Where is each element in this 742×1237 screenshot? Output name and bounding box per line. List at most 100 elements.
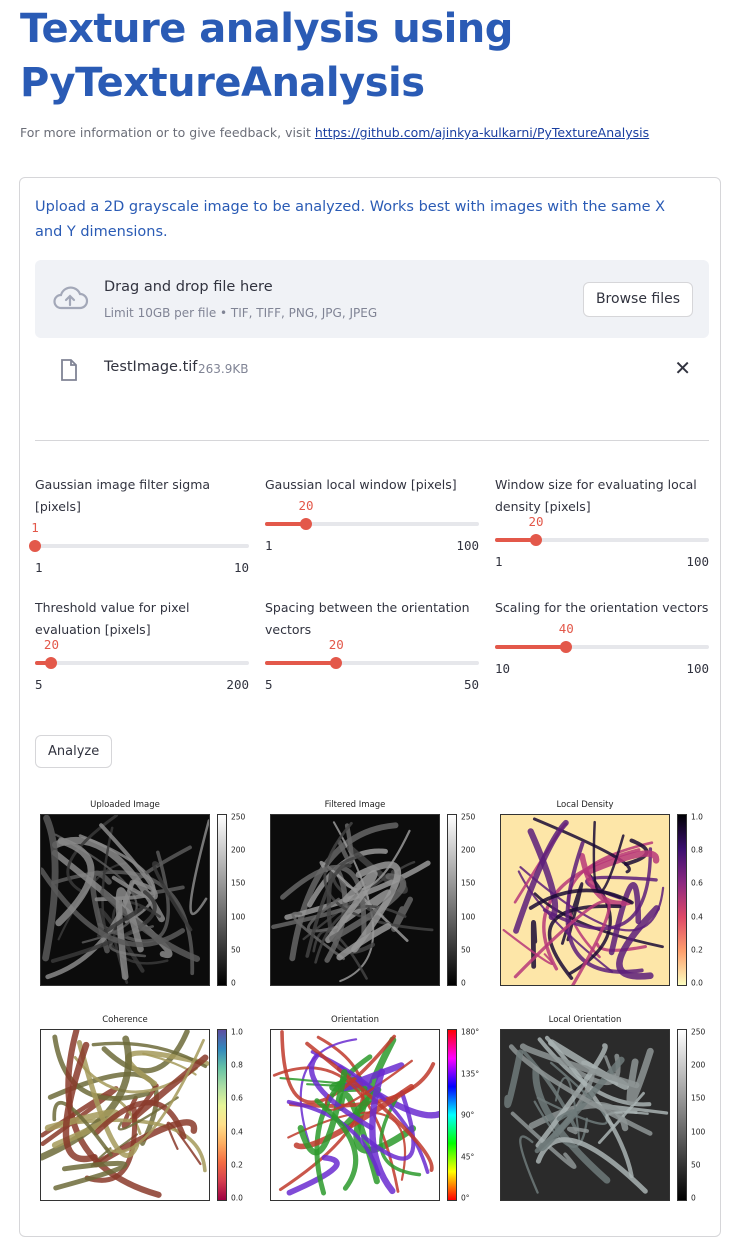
remove-file-icon[interactable]: ✕ (674, 356, 691, 380)
colorbar-tick-label: 1.0 (691, 812, 703, 822)
slider-value: 20 (43, 637, 59, 652)
slider-value: 20 (298, 498, 314, 513)
slider-value: 20 (328, 637, 344, 652)
slider-fill (265, 661, 337, 665)
colorbar-tick-label: 135° (461, 1069, 480, 1078)
file-name: TestImage.tif (104, 359, 198, 375)
colorbar-tick-label: 100 (461, 912, 476, 922)
slider-6[interactable]: Scaling for the orientation vectors 40 10 1… (495, 597, 709, 679)
colorbar-tick-label: 100 (691, 1127, 706, 1137)
colorbar-tick-label: 150 (461, 878, 476, 888)
colorbar-tick-label: 0 (691, 1193, 696, 1203)
plot-image (270, 1029, 440, 1201)
plot-3: Local Density 1.0 0.8 0.6 0.4 0.2 0.0 (495, 800, 715, 1000)
colorbar-tick-label: 150 (691, 1093, 706, 1103)
plot-title: Filtered Image (324, 800, 386, 810)
slider-thumb[interactable] (300, 518, 313, 530)
plot-title: Local Orientation (548, 1015, 622, 1025)
slider-min: 5 (265, 677, 273, 692)
slider-min: 10 (495, 661, 511, 676)
colorbar-tick-label: 0.4 (691, 912, 703, 922)
dropzone-title: Drag and drop file here (104, 279, 273, 295)
slider-3[interactable]: Window size for evaluating local density… (495, 474, 709, 572)
file-dropzone[interactable]: Drag and drop file here Limit 10GB per f… (35, 260, 709, 338)
divider (35, 440, 709, 441)
slider-thumb[interactable] (45, 657, 58, 669)
plot-6: Local Orientation 250 200 150 100 50 0 (495, 1015, 715, 1215)
browse-files-button[interactable]: Browse files (582, 282, 693, 317)
uploaded-file-row: TestImage.tif 263.9KB ✕ (35, 350, 709, 390)
slider-label: Threshold value for pixel evaluation [pi… (35, 600, 190, 637)
slider-track[interactable] (35, 544, 249, 548)
colorbar-tick-label: 100 (231, 912, 246, 922)
slider-min: 5 (35, 677, 43, 692)
colorbar-tick-label: 0.4 (231, 1127, 243, 1137)
plot-title: Orientation (331, 1015, 379, 1025)
slider-value: 20 (528, 514, 544, 529)
slider-max: 100 (686, 661, 709, 676)
slider-1[interactable]: Gaussian image filter sigma [pixels] 1 1 10 (29, 474, 249, 578)
slider-range: 5 200 (35, 677, 249, 695)
plot-1: Uploaded Image 250 200 150 100 50 0 (35, 800, 255, 1000)
slider-range: 1 10 (35, 560, 249, 578)
colorbar (217, 814, 227, 986)
colorbar (447, 814, 457, 986)
analyze-button[interactable]: Analyze (35, 735, 113, 768)
slider-4[interactable]: Threshold value for pixel evaluation [pi… (35, 597, 249, 695)
slider-label: Scaling for the orientation vectors (495, 600, 709, 615)
dropzone-limits: Limit 10GB per file • TIF, TIFF, PNG, JP… (104, 306, 378, 320)
plot-title: Local Density (556, 800, 614, 810)
slider-5[interactable]: Spacing between the orientation vectors 2… (265, 597, 479, 695)
colorbar-tick-label: 90° (461, 1110, 475, 1120)
colorbar-tick-label: 1.0 (231, 1027, 243, 1037)
colorbar (217, 1029, 227, 1201)
slider-track-area[interactable]: 20 (35, 637, 249, 675)
slider-track-area[interactable]: 1 (29, 520, 249, 558)
colorbar-tick-label: 0.6 (691, 878, 703, 888)
slider-track[interactable] (35, 661, 249, 665)
slider-thumb[interactable] (560, 641, 573, 653)
colorbar-tick-label: 200 (461, 845, 476, 855)
slider-track-area[interactable]: 20 (265, 637, 479, 675)
colorbar-tick-label: 0.2 (691, 945, 703, 955)
colorbar-tick-label: 200 (691, 1060, 706, 1070)
colorbar-tick-label: 150 (231, 878, 246, 888)
colorbar-tick-label: 50 (461, 945, 471, 955)
colorbar-tick-label: 0.0 (691, 978, 703, 988)
plot-4: Coherence 1.0 0.8 0.6 0.4 0.2 0.0 (35, 1015, 255, 1215)
slider-label: Window size for evaluating local density… (495, 477, 697, 514)
slider-thumb[interactable] (530, 534, 543, 546)
slider-label: Spacing between the orientation vectors (265, 600, 470, 637)
plot-image (270, 814, 440, 986)
slider-track-area[interactable]: 20 (265, 498, 479, 536)
file-icon (59, 358, 79, 386)
slider-track-area[interactable]: 40 (495, 621, 709, 659)
colorbar-tick-label: 50 (691, 1160, 701, 1170)
slider-label: Gaussian image filter sigma [pixels] (35, 477, 211, 514)
slider-value: 1 (31, 520, 39, 535)
slider-thumb[interactable] (330, 657, 343, 669)
plot-image (500, 814, 670, 986)
slider-max: 10 (233, 560, 249, 575)
colorbar-tick-label: 200 (231, 845, 246, 855)
slider-track-area[interactable]: 20 (495, 514, 709, 552)
plot-title: Coherence (102, 1015, 148, 1025)
colorbar-tick-label: 180° (461, 1027, 480, 1037)
slider-max: 100 (686, 554, 709, 569)
colorbar-tick-label: 0.0 (231, 1193, 243, 1203)
colorbar-tick-label: 250 (691, 1027, 706, 1037)
colorbar-tick-label: 0 (461, 978, 466, 988)
plot-2: Filtered Image 250 200 150 100 50 0 (265, 800, 485, 1000)
github-link[interactable]: https://github.com/ajinkya-kulkarni/PyTe… (315, 125, 649, 140)
slider-2[interactable]: Gaussian local window [pixels] 20 1 100 (265, 474, 479, 556)
plot-image (40, 814, 210, 986)
colorbar-tick-label: 0.2 (231, 1160, 243, 1170)
slider-thumb[interactable] (29, 540, 41, 552)
colorbar (447, 1029, 457, 1201)
page-title: Texture analysis using PyTextureAnalysis (20, 6, 513, 106)
colorbar-tick-label: 250 (461, 812, 476, 822)
colorbar-tick-label: 0° (461, 1193, 470, 1203)
colorbar (677, 1029, 687, 1201)
colorbar (677, 814, 687, 986)
slider-min: 1 (265, 538, 273, 553)
